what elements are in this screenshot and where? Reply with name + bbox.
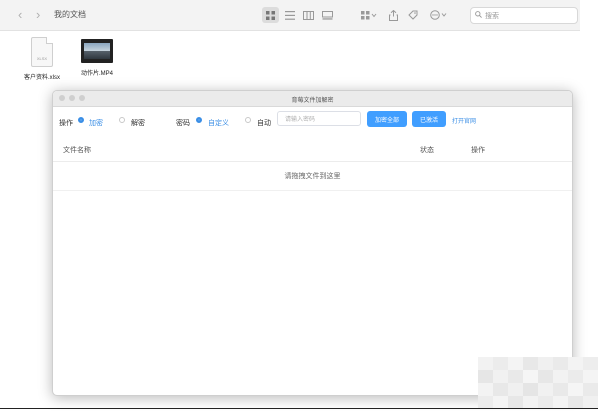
- file-name: 客户资料.xlsx: [23, 75, 60, 81]
- gallery-view-icon[interactable]: [319, 7, 336, 23]
- forward-button[interactable]: ›: [36, 8, 40, 22]
- finder-toolbar: ‹ › 我的文档 搜索: [0, 0, 580, 31]
- auto-password-radio[interactable]: [245, 117, 251, 123]
- decrypt-radio-label[interactable]: 解密: [131, 118, 145, 128]
- file-table-header: 文件名称 状态 操作: [53, 141, 572, 162]
- group-icon[interactable]: [358, 7, 380, 23]
- custom-password-radio[interactable]: [196, 117, 202, 123]
- back-button[interactable]: ‹: [18, 8, 22, 22]
- search-placeholder: 搜索: [485, 12, 499, 20]
- password-label: 密码: [176, 120, 190, 127]
- password-placeholder: 请输入密码: [285, 117, 316, 123]
- controls-row: 操作 加密 解密 密码 自定义 自动 请输入密码 加密全部 已激活 打开官网: [53, 107, 572, 135]
- share-icon[interactable]: [386, 7, 400, 23]
- file-item-xlsx[interactable]: XLSX 客户资料.xlsx: [18, 37, 66, 81]
- column-status: 状态: [420, 147, 434, 154]
- more-actions-icon[interactable]: [427, 7, 449, 23]
- encrypt-radio[interactable]: [78, 117, 84, 123]
- list-view-icon[interactable]: [281, 7, 298, 23]
- encrypt-radio-label[interactable]: 加密: [89, 118, 103, 128]
- finder-window-title: 我的文档: [54, 10, 86, 19]
- finder-search-input[interactable]: 搜索: [470, 7, 578, 24]
- auto-password-label[interactable]: 自动: [257, 118, 271, 128]
- operation-label: 操作: [59, 120, 73, 127]
- file-item-mp4[interactable]: 动作片.MP4: [76, 39, 118, 77]
- window-title: 育莓文件加解密: [291, 98, 334, 104]
- pixelated-corner-decoration: [478, 357, 598, 409]
- open-website-link[interactable]: 打开官网: [452, 116, 476, 125]
- video-file-icon: [81, 39, 113, 63]
- search-icon: [475, 11, 482, 20]
- grid-view-icon[interactable]: [262, 7, 279, 23]
- screen-bottom-border: [0, 408, 598, 409]
- custom-password-label[interactable]: 自定义: [208, 118, 229, 128]
- spreadsheet-file-icon: XLSX: [31, 37, 53, 67]
- column-file-name: 文件名称: [63, 147, 91, 154]
- password-input[interactable]: 请输入密码: [277, 111, 361, 126]
- column-view-icon[interactable]: [300, 7, 317, 23]
- decrypt-radio[interactable]: [119, 117, 125, 123]
- tag-icon[interactable]: [406, 7, 420, 23]
- encryption-app-window: 育莓文件加解密 操作 加密 解密 密码 自定义 自动 请输入密码 加密全部 已激…: [52, 90, 573, 396]
- activated-button[interactable]: 已激活: [412, 111, 446, 127]
- file-name: 动作片.MP4: [80, 71, 113, 77]
- file-ext-label: XLSX: [36, 56, 48, 61]
- encrypt-all-button[interactable]: 加密全部: [367, 111, 407, 127]
- column-action: 操作: [471, 147, 485, 154]
- window-titlebar: 育莓文件加解密: [53, 91, 572, 107]
- drop-zone-hint[interactable]: 请拖拽文件到这里: [53, 171, 572, 191]
